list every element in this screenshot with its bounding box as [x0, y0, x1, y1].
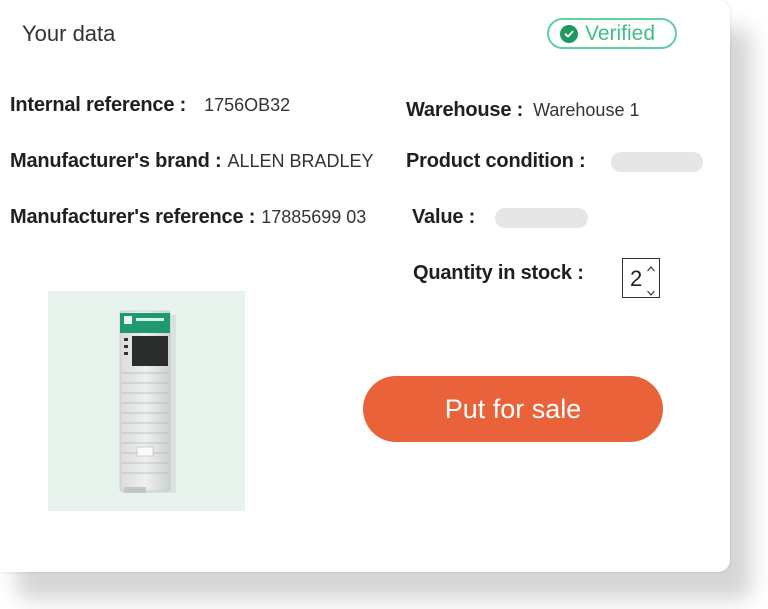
warehouse-value: Warehouse 1	[533, 100, 640, 120]
quantity-in-stock-label: Quantity in stock :	[413, 262, 584, 284]
card-title: Your data	[22, 21, 116, 46]
put-for-sale-button[interactable]: Put for sale	[363, 376, 663, 442]
warehouse-row: Warehouse : Warehouse 1	[406, 99, 639, 122]
manufacturer-brand-row: Manufacturer's brand : ALLEN BRADLEY	[10, 150, 374, 173]
value-placeholder	[495, 208, 588, 228]
quantity-in-stock-row: Quantity in stock :	[413, 262, 584, 285]
manufacturer-brand-label: Manufacturer's brand :	[10, 150, 222, 172]
product-condition-value-placeholder	[611, 152, 703, 172]
verified-label: Verified	[585, 21, 656, 45]
product-image	[48, 291, 245, 511]
check-circle-icon	[560, 24, 578, 43]
internal-reference-label: Internal reference :	[10, 94, 187, 116]
chevron-up-icon[interactable]	[646, 261, 656, 272]
manufacturer-brand-value: ALLEN BRADLEY	[227, 151, 374, 171]
manufacturer-reference-row: Manufacturer's reference : 17885699 03	[10, 206, 366, 229]
product-condition-row: Product condition :	[406, 150, 586, 173]
plc-module-illustration	[119, 310, 176, 493]
chevron-down-icon[interactable]	[646, 285, 656, 296]
quantity-stepper[interactable]: 2	[622, 258, 660, 298]
product-data-card: Your data Verified Internal reference : …	[0, 0, 730, 572]
verified-badge: Verified	[547, 18, 677, 49]
quantity-value: 2	[630, 266, 643, 291]
manufacturer-reference-label: Manufacturer's reference :	[10, 206, 256, 228]
product-condition-label: Product condition :	[406, 150, 586, 172]
value-row: Value :	[412, 206, 475, 229]
internal-reference-row: Internal reference : 1756OB32	[10, 94, 290, 117]
value-label: Value :	[412, 206, 476, 228]
warehouse-label: Warehouse :	[406, 99, 524, 121]
internal-reference-value: 1756OB32	[204, 95, 291, 115]
manufacturer-reference-value: 17885699 03	[261, 207, 367, 227]
